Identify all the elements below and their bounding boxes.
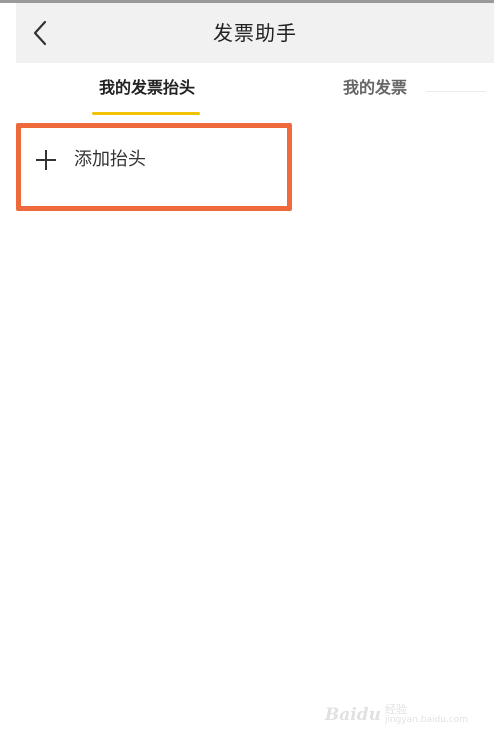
- tab-my-invoices[interactable]: 我的发票: [320, 63, 430, 119]
- active-tab-indicator: [92, 112, 200, 115]
- add-header-button[interactable]: 添加抬头: [16, 130, 286, 192]
- watermark-brand: Baidu: [324, 705, 381, 725]
- tab-bar: 我的发票抬头 我的发票: [16, 63, 494, 119]
- plus-icon: [36, 150, 56, 170]
- add-header-label: 添加抬头: [74, 149, 146, 170]
- page-title: 发票助手: [213, 21, 297, 45]
- navigation-bar: 发票助手: [16, 3, 494, 63]
- watermark-cn: 经验: [384, 703, 407, 716]
- tab-divider: [426, 91, 486, 92]
- watermark: Baidu 经验 jingyan.baidu.com: [325, 701, 468, 729]
- watermark-text: 经验 jingyan.baidu.com: [385, 704, 468, 726]
- tab-my-invoice-headers[interactable]: 我的发票抬头: [88, 63, 206, 119]
- watermark-domain: jingyan.baidu.com: [384, 715, 468, 725]
- page: 发票助手 我的发票抬头 我的发票 添加抬头 Baidu 经验 jingyan.b…: [0, 0, 494, 743]
